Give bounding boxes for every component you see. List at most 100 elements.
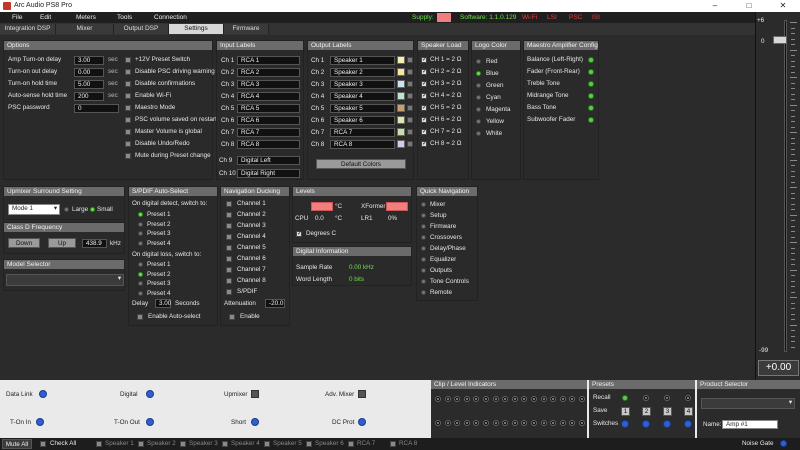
- ducking-channel-checkbox[interactable]: [226, 223, 232, 229]
- tab-settings[interactable]: Settings: [169, 24, 224, 34]
- quick-nav-radio[interactable]: [421, 268, 426, 273]
- check-all-checkbox[interactable]: [40, 441, 46, 447]
- speaker-load-checkbox[interactable]: [421, 116, 427, 123]
- default-colors-button[interactable]: Default Colors: [316, 159, 406, 169]
- loss-preset-radio[interactable]: [138, 290, 143, 296]
- maestro-config-led[interactable]: [588, 81, 594, 87]
- detect-preset-radio[interactable]: [138, 240, 143, 246]
- output-color-swatch[interactable]: [397, 56, 405, 64]
- channel-mute-checkbox[interactable]: [306, 441, 312, 447]
- save-preset-button[interactable]: 3: [663, 407, 672, 416]
- menu-tools[interactable]: Tools: [117, 14, 132, 21]
- enable-wifi-checkbox[interactable]: [125, 93, 131, 99]
- mute-all-button[interactable]: Mute All: [2, 439, 32, 449]
- output-color-picker[interactable]: [407, 57, 413, 63]
- large-radio[interactable]: [64, 207, 69, 212]
- output-color-swatch[interactable]: [397, 68, 405, 76]
- master-slider-track[interactable]: [784, 20, 787, 352]
- channel-mute-checkbox[interactable]: [138, 441, 144, 447]
- quick-nav-radio[interactable]: [421, 235, 426, 240]
- delay-input[interactable]: 3.00: [155, 299, 171, 308]
- menu-connection[interactable]: Connection: [154, 14, 187, 21]
- output-label-field[interactable]: RCA 8: [330, 140, 395, 149]
- ducking-channel-checkbox[interactable]: [226, 212, 232, 218]
- degrees-c-checkbox[interactable]: [296, 230, 302, 237]
- minimize-button[interactable]: –: [698, 0, 732, 12]
- maestro-config-led[interactable]: [588, 93, 594, 99]
- output-label-field[interactable]: Speaker 6: [330, 116, 395, 125]
- output-color-swatch[interactable]: [397, 104, 405, 112]
- logo-color-radio[interactable]: [476, 59, 481, 64]
- channel-mute-checkbox[interactable]: [180, 441, 186, 447]
- tab-output-dsp[interactable]: Output DSP: [114, 24, 169, 34]
- output-color-swatch[interactable]: [397, 116, 405, 124]
- input-label-field[interactable]: RCA 8: [237, 140, 300, 149]
- tab-firmware[interactable]: Firmware: [224, 24, 269, 34]
- psc-password-input[interactable]: 0: [74, 104, 119, 113]
- product-select[interactable]: ▾: [701, 398, 795, 409]
- input-label-field[interactable]: RCA 5: [237, 104, 300, 113]
- logo-color-radio[interactable]: [476, 107, 481, 112]
- tab-mixer[interactable]: Mixer: [56, 24, 114, 34]
- maestro-config-led[interactable]: [588, 105, 594, 111]
- preset-switch-checkbox[interactable]: [125, 57, 131, 63]
- small-radio[interactable]: [90, 207, 95, 212]
- ducking-channel-checkbox[interactable]: [226, 245, 232, 251]
- name-input[interactable]: Amp #1: [722, 420, 778, 429]
- master-volume-global-checkbox[interactable]: [125, 129, 131, 135]
- detect-preset-radio[interactable]: [138, 212, 143, 217]
- detect-preset-radio[interactable]: [138, 221, 143, 227]
- attenuation-input[interactable]: -20.0: [265, 299, 285, 308]
- output-color-picker[interactable]: [407, 105, 413, 111]
- ducking-channel-checkbox[interactable]: [226, 267, 232, 273]
- maestro-config-led[interactable]: [588, 57, 594, 63]
- quick-nav-radio[interactable]: [421, 224, 426, 229]
- input-label-field[interactable]: Digital Right: [237, 169, 300, 178]
- channel-mute-checkbox[interactable]: [264, 441, 270, 447]
- menu-file[interactable]: File: [12, 14, 22, 21]
- ducking-channel-checkbox[interactable]: [226, 234, 232, 240]
- input-label-field[interactable]: RCA 4: [237, 92, 300, 101]
- channel-mute-checkbox[interactable]: [348, 441, 354, 447]
- output-color-picker[interactable]: [407, 129, 413, 135]
- quick-nav-radio[interactable]: [421, 279, 426, 284]
- maximize-button[interactable]: □: [732, 0, 766, 12]
- input-label-field[interactable]: RCA 1: [237, 56, 300, 65]
- speaker-load-checkbox[interactable]: [421, 104, 427, 111]
- loss-preset-radio[interactable]: [138, 262, 143, 267]
- disable-confirmations-checkbox[interactable]: [125, 81, 131, 87]
- ducking-channel-checkbox[interactable]: [226, 256, 232, 262]
- frequency-up-button[interactable]: Up: [48, 238, 76, 248]
- logo-color-radio[interactable]: [476, 119, 481, 124]
- detect-preset-radio[interactable]: [138, 231, 143, 236]
- speaker-load-checkbox[interactable]: [421, 68, 427, 75]
- output-label-field[interactable]: Speaker 5: [330, 104, 395, 113]
- close-button[interactable]: ✕: [766, 0, 800, 12]
- tab-integration-dsp[interactable]: Integration DSP: [0, 24, 56, 34]
- output-label-field[interactable]: Speaker 1: [330, 56, 395, 65]
- disable-undo-checkbox[interactable]: [125, 141, 131, 147]
- channel-mute-checkbox[interactable]: [222, 441, 228, 447]
- quick-nav-radio[interactable]: [421, 246, 426, 251]
- input-label-field[interactable]: RCA 3: [237, 80, 300, 89]
- maestro-mode-checkbox[interactable]: [125, 105, 131, 111]
- disable-psc-warning-checkbox[interactable]: [125, 69, 131, 75]
- mute-preset-change-checkbox[interactable]: [125, 153, 131, 159]
- quick-nav-radio[interactable]: [421, 213, 426, 218]
- switch-indicator[interactable]: [642, 420, 650, 428]
- save-preset-button[interactable]: 2: [642, 407, 651, 416]
- menu-meters[interactable]: Meters: [76, 14, 96, 21]
- output-color-picker[interactable]: [407, 69, 413, 75]
- output-label-field[interactable]: RCA 7: [330, 128, 395, 137]
- speaker-load-checkbox[interactable]: [421, 56, 427, 63]
- output-color-swatch[interactable]: [397, 140, 405, 148]
- speaker-load-checkbox[interactable]: [421, 128, 427, 135]
- enable-autoselect-checkbox[interactable]: [137, 314, 143, 320]
- quick-nav-radio[interactable]: [421, 290, 426, 295]
- turn-on-out-delay-input[interactable]: 0.00: [74, 68, 104, 77]
- auto-sense-hold-input[interactable]: 200: [74, 92, 104, 101]
- loss-preset-radio[interactable]: [138, 271, 143, 277]
- speaker-load-checkbox[interactable]: [421, 80, 427, 87]
- ducking-channel-checkbox[interactable]: [226, 289, 232, 295]
- master-volume-value[interactable]: +0.00: [758, 360, 799, 376]
